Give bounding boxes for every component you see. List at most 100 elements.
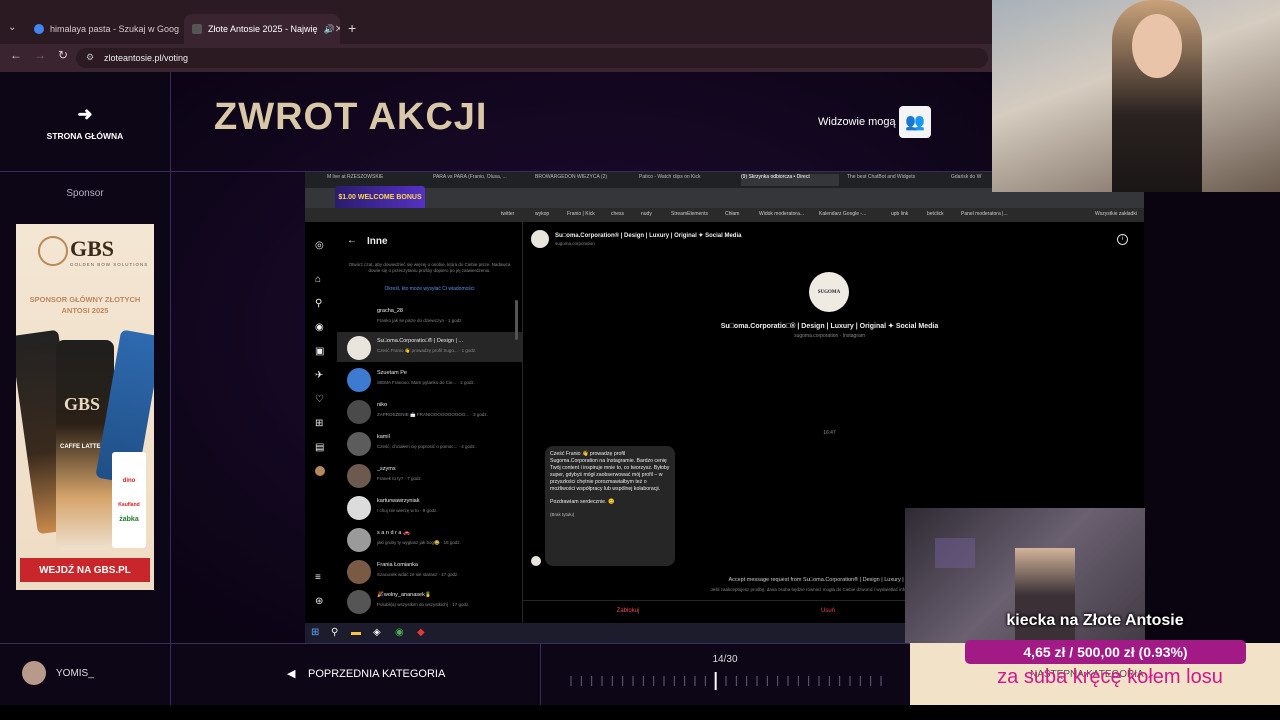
who-can-message-link[interactable]: Określ, kto może wysyłać Ci wiadomości <box>347 286 512 292</box>
notifications-icon[interactable]: ♡ <box>315 394 324 405</box>
messages-icon[interactable]: ✈ <box>315 370 323 381</box>
streamer-face <box>1132 14 1182 78</box>
users-icon[interactable]: 👥 <box>899 106 931 138</box>
block-button[interactable]: Zablokuj <box>523 608 733 614</box>
home-icon[interactable]: ⌂ <box>315 274 321 285</box>
message-caption: (Brak tytułu) <box>550 512 575 517</box>
list-item[interactable]: gracha_28 Franko jak se pisze do dziewcz… <box>337 302 522 332</box>
promo-banner[interactable]: $1.00 WELCOME BONUS <box>335 186 425 210</box>
taskbar-search-icon[interactable]: ⚲ <box>331 627 338 638</box>
tab-google-search[interactable]: himalaya pasta - Szukaj w Goog ✕ <box>26 14 180 44</box>
bookmark[interactable]: chess <box>611 211 624 217</box>
home-label: STRONA GŁÓWNA <box>46 130 124 141</box>
instagram-logo-icon[interactable]: ◎ <box>315 240 324 251</box>
bookmark[interactable]: StreamElements <box>671 211 708 217</box>
site-info-icon[interactable]: ⚙ <box>86 52 94 63</box>
avatar <box>347 336 371 360</box>
tab-zlote-antosie[interactable]: Złote Antosie 2025 - Najwię 🔊 ✕ <box>184 14 340 44</box>
dm-preview: Franko jak se pisze do dziewczyn · 1 god… <box>377 318 463 323</box>
profile-logo[interactable]: SUGOMA <box>809 272 849 312</box>
site-favicon-icon <box>192 24 202 34</box>
bookmark[interactable]: Kalendarz Google -... <box>819 211 866 217</box>
tab-list-chevron-icon[interactable]: ⌄ <box>8 22 16 33</box>
profile-avatar[interactable] <box>315 466 325 476</box>
badge-zabka: żabka <box>119 516 139 523</box>
chrome-icon[interactable]: ◉ <box>395 627 404 638</box>
message-time: 16:47 <box>823 430 836 436</box>
inner-tab-active[interactable]: (9) Skrzynka odbiorcza • Direct <box>741 174 839 186</box>
list-item[interactable]: Frania Łomianka Szacunek wdać ze sie sta… <box>337 556 522 586</box>
audio-icon[interactable]: 🔊 <box>324 24 335 35</box>
list-item[interactable]: Szuetam Pe SIEMA Franooo. Mam pytanko do… <box>337 364 522 394</box>
sponsor-cta-button[interactable]: WEJDŹ NA GBS.PL <box>20 558 150 582</box>
inner-tab[interactable]: The best ChatBot and Widgets <box>847 174 945 186</box>
list-item[interactable]: s a n d r a 🚗 jaki gruby ty wyglasz jak … <box>337 524 522 554</box>
footer-separator <box>540 643 541 705</box>
prev-category-button[interactable]: POPRZEDNIA KATEGORIA <box>308 668 445 680</box>
list-item[interactable]: kamil Cześć, chciałem cię poprosić o pom… <box>337 428 522 458</box>
windows-start-icon[interactable]: ⊞ <box>311 627 319 638</box>
back-icon[interactable]: ← <box>10 48 22 62</box>
back-arrow-icon[interactable]: ← <box>347 235 357 246</box>
reload-icon[interactable]: ↻ <box>58 48 68 62</box>
reels-icon[interactable]: ▣ <box>315 346 324 357</box>
goal-subtitle: za suba kręcę kołem losu <box>997 666 1223 688</box>
forward-icon[interactable]: → <box>34 48 46 62</box>
taskbar-app-icon-2[interactable]: ◆ <box>417 627 425 638</box>
message-bubble[interactable]: Cześć Franio 👋 prowadzę profil Sugoma.Co… <box>545 446 675 566</box>
viewers-label: Widzowie mogą <box>818 116 896 128</box>
bookmark[interactable]: Franio | Kick <box>567 211 595 217</box>
sponsor-ad[interactable]: GBS GOLDEN BOW SOLUTIONS SPONSOR GŁÓWNY … <box>16 224 154 590</box>
sponsor-label: Sponsor <box>66 188 104 199</box>
bookmark[interactable]: Panel moderatora |... <box>961 211 1008 217</box>
file-explorer-icon[interactable]: ▬ <box>351 627 361 638</box>
new-tab-button[interactable]: + <box>348 20 356 36</box>
inner-tab[interactable]: Patico - Watch clips on Kick <box>639 174 731 186</box>
dm-name: Su□oma.Corporatio□® | Design | ... <box>377 338 464 344</box>
chat-header-name[interactable]: Su□oma.Corporation® | Design | Luxury | … <box>555 232 741 239</box>
bookmark[interactable]: upb link <box>891 211 908 217</box>
info-icon[interactable]: i <box>1117 234 1128 245</box>
bookmark[interactable]: betclick <box>927 211 944 217</box>
dm-preview: Polubił(a) wszystkim do wszystkich) · 17… <box>377 602 470 607</box>
bookmark[interactable]: twitter <box>501 211 514 217</box>
home-button[interactable]: ➜ STRONA GŁÓWNA <box>0 72 170 172</box>
tab-title: Złote Antosie 2025 - Najwię <box>208 24 318 34</box>
inner-tab[interactable]: M live at RZESZOWSKIE <box>327 174 425 186</box>
dashboard-icon[interactable]: ▤ <box>315 442 324 453</box>
background-light <box>935 538 975 568</box>
store-badges: dino Kaufland żabka <box>112 452 146 548</box>
threads-icon[interactable]: ⊛ <box>315 596 323 607</box>
create-icon[interactable]: ⊞ <box>315 418 323 429</box>
taskbar-app-icon[interactable]: ◈ <box>373 627 381 638</box>
list-item[interactable]: karturwawrzyniak I chuj nie wierzę w to … <box>337 492 522 522</box>
goal-amount: 4,65 zł / 500,00 zł (0.93%) <box>1023 644 1188 660</box>
delete-button[interactable]: Usuń <box>733 608 923 614</box>
can-label: CAFFE LATTE <box>60 444 101 450</box>
list-item[interactable]: 🎉wolny_ananasek🍍 Polubił(a) wszystkim do… <box>337 586 522 616</box>
dm-name: Frania Łomianka <box>377 562 418 568</box>
chat-avatar[interactable] <box>531 230 549 248</box>
close-tab-icon[interactable]: ✕ <box>335 24 340 35</box>
list-item-selected[interactable]: Su□oma.Corporatio□® | Design | ... Cześć… <box>337 332 522 362</box>
bookmark[interactable]: Chłam <box>725 211 739 217</box>
bookmark[interactable]: Widok moderatora... <box>759 211 804 217</box>
inner-tab[interactable]: BROWARGEDON WIEŻYCA (2) <box>535 174 621 186</box>
user-avatar[interactable] <box>22 661 46 685</box>
dm-name: gracha_28 <box>377 308 403 314</box>
instagram-nav-rail: ◎ ⌂ ⚲ ◉ ▣ ✈ ♡ ⊞ ▤ ≡ ⊛ <box>305 222 338 634</box>
url-field[interactable]: ⚙ zloteantosie.pl/voting <box>76 48 988 68</box>
bookmark[interactable]: wykop <box>535 211 549 217</box>
list-item[interactable]: niko ZAPROSZENIE 📩 FRANIOOOOOOOOOO... · … <box>337 396 522 426</box>
explore-icon[interactable]: ◉ <box>315 322 324 333</box>
list-item[interactable]: _szyms Franek to ty? · 7 godz. <box>337 460 522 490</box>
inner-tab[interactable]: PARA vs PARA (Franio, Olusa, ... <box>433 174 525 186</box>
dm-name: Szuetam Pe <box>377 370 407 376</box>
bookmark[interactable]: nudy <box>641 211 652 217</box>
list-scrollbar[interactable] <box>515 300 518 340</box>
bookmark[interactable]: Wszystkie zakładki <box>1095 211 1137 217</box>
menu-icon[interactable]: ≡ <box>315 572 321 583</box>
search-icon[interactable]: ⚲ <box>315 298 322 309</box>
progress-ticks <box>570 672 882 690</box>
close-tab-icon[interactable]: ✕ <box>179 24 180 35</box>
